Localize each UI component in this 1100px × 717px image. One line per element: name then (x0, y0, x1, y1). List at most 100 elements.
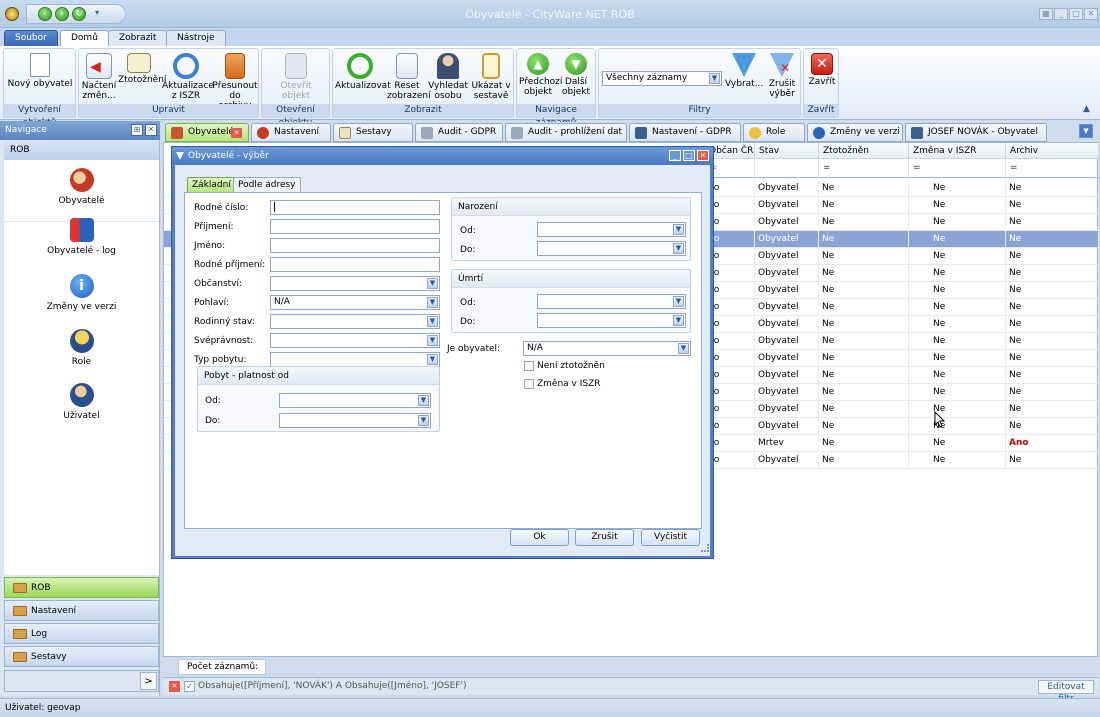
open-object-button[interactable]: Otevřít objekt (270, 53, 322, 101)
col-header-ztotozneni[interactable]: Ztotožněn (819, 143, 909, 159)
doc-tab-josef-novak[interactable]: JOSEF NOVÁK - Obyvatel (905, 123, 1047, 142)
close-window-icon[interactable]: ✕ (1084, 8, 1098, 20)
dialog-minimize-icon[interactable]: _ (669, 150, 681, 161)
minimize-icon[interactable]: _ (1054, 8, 1068, 20)
filter-cell[interactable] (755, 159, 819, 178)
prev-object-button[interactable]: ▲ Předchozí objekt (519, 53, 562, 97)
refresh-button[interactable]: Aktualizovat (335, 53, 391, 91)
dialog-tab-podle-adresy[interactable]: Podle adresy (233, 177, 301, 192)
chevron-down-icon: ▼ (673, 296, 684, 307)
rodne-prijmeni-input[interactable] (270, 257, 440, 272)
tab-close-icon[interactable]: ✕ (231, 128, 242, 138)
nav-bar-rob[interactable]: ROB (4, 577, 159, 598)
typ-pobytu-select[interactable]: ▼ (270, 352, 440, 367)
nav-item-obyvatele-log[interactable]: Obyvatelé - log (4, 218, 159, 268)
sync-icon (173, 53, 199, 79)
restore-layout-icon[interactable]: ▦ (1039, 8, 1053, 20)
nav-item-zmeny-ve-verzi[interactable]: i Změny ve verzi (4, 274, 159, 324)
doc-tab-zmeny-ve-verzi[interactable]: Změny ve verzi (807, 123, 903, 142)
rodinny-stav-select[interactable]: ▼ (270, 314, 440, 329)
collapse-ribbon-icon[interactable]: ▲ (1083, 104, 1090, 114)
doc-tab-audit-gdpr[interactable]: Audit - GDPR (415, 123, 503, 142)
close-red-icon: ✕ (811, 53, 833, 75)
update-iszr-button[interactable]: Aktualizace z ISZR (162, 53, 214, 101)
resize-grip-icon[interactable] (701, 544, 709, 552)
je-obyvatel-select[interactable]: N/A ▼ (523, 341, 691, 356)
next-object-button[interactable]: ▼ Další objekt (557, 53, 595, 97)
cancel-button[interactable]: Zrušit (575, 529, 634, 546)
tab-zobrazit[interactable]: Zobrazit (108, 30, 168, 46)
ok-button[interactable]: Ok (510, 529, 569, 546)
maximize-icon[interactable]: □ (1069, 8, 1083, 20)
tabs-overflow-icon[interactable]: ▼ (1079, 124, 1093, 138)
chevron-down-icon: ▼ (678, 343, 689, 354)
pohlavi-select[interactable]: N/A ▼ (270, 295, 440, 310)
cancel-filter-button[interactable]: ✕ Zrušit výběr (764, 53, 800, 99)
group-otevreni: Otevřít objekt Otevření objektu (261, 48, 330, 128)
rodne-cislo-input[interactable] (270, 200, 440, 215)
select-filter-button[interactable]: Vybrat... (725, 53, 763, 89)
info-icon (813, 127, 825, 139)
close-button[interactable]: ✕ Zavřít (806, 53, 838, 87)
nav-item-role[interactable]: Role (4, 329, 159, 379)
nav-bar-log[interactable]: Log (4, 623, 159, 644)
dialog-tab-zakladni[interactable]: Základní (187, 177, 236, 192)
nav-bar-sestavy[interactable]: Sestavy (4, 646, 159, 667)
pobyt-do-select[interactable]: ▼ (279, 413, 431, 428)
cell-stav: Obyvatel (755, 333, 819, 350)
reset-view-button[interactable]: Reset zobrazení (387, 53, 431, 101)
show-in-report-button[interactable]: Ukázat v sestavě (469, 53, 513, 101)
clear-filter-icon[interactable]: ✕ (169, 681, 180, 692)
umrti-od-select[interactable]: ▼ (537, 294, 686, 309)
tab-nastroje[interactable]: Nástroje (166, 30, 226, 46)
filter-cell[interactable]: = (819, 159, 909, 178)
neni-ztotoznen-checkbox[interactable] (524, 361, 534, 371)
narozeni-do-select[interactable]: ▼ (537, 241, 686, 256)
nav-expand-button[interactable]: > (140, 672, 157, 690)
label-do: Do: (460, 245, 476, 255)
jmeno-input[interactable] (270, 238, 440, 253)
cell-ztotoznen: Ne (819, 418, 909, 435)
dialog-maximize-icon[interactable]: □ (683, 150, 695, 161)
obcanstvi-select[interactable]: ▼ (270, 276, 440, 291)
narozeni-od-select[interactable]: ▼ (537, 222, 686, 237)
funnel-remove-icon: ✕ (770, 53, 794, 77)
doc-tab-role[interactable]: Role (743, 123, 805, 142)
doc-tab-obyvatele[interactable]: Obyvatelé ✕ (165, 123, 249, 142)
new-resident-button[interactable]: Nový obyvatel (7, 53, 73, 89)
doc-tab-nastaveni[interactable]: Nastavení (251, 123, 331, 142)
umrti-do-select[interactable]: ▼ (537, 313, 686, 328)
tab-soubor[interactable]: Soubor (4, 30, 58, 46)
filter-cell[interactable]: = (909, 159, 1006, 178)
filter-enabled-checkbox[interactable]: ✓ (184, 681, 195, 692)
filter-cell[interactable]: = (1006, 159, 1099, 178)
col-header-archiv[interactable]: Archiv (1006, 143, 1099, 159)
col-header-stav[interactable]: Stav (755, 143, 819, 159)
edit-filter-link[interactable]: Editovat filtr (1038, 680, 1094, 704)
nav-item-obyvatele[interactable]: Obyvatelé (4, 168, 159, 222)
find-person-button[interactable]: Vyhledat osobu (428, 53, 468, 101)
prijmeni-input[interactable] (270, 219, 440, 234)
clear-button[interactable]: Vyčistit (641, 529, 700, 546)
doc-tab-audit-prohlizeni[interactable]: Audit - prohlížení dat (505, 123, 627, 142)
dialog-title: Obyvatelé - výběr (172, 147, 713, 165)
pin-icon[interactable]: ⊞ (131, 124, 143, 136)
nav-bar-nastaveni[interactable]: Nastavení (4, 600, 159, 621)
nav-item-uzivatel[interactable]: Uživatel (4, 383, 159, 433)
tab-domu[interactable]: Domů (60, 30, 109, 47)
archive-button[interactable]: Přesunout do archivu (212, 53, 258, 111)
doc-tab-nastaveni-gdpr[interactable]: Nastavení - GDPR (629, 123, 741, 142)
label-obcanstvi: Občanství: (194, 279, 243, 289)
load-changes-button[interactable]: ◀ Načtení změn... (81, 53, 117, 101)
zmena-iszr-checkbox[interactable] (524, 379, 534, 389)
records-filter-select[interactable]: Všechny záznamy ▼ (602, 71, 722, 86)
cell-archiv: Ne (1006, 299, 1099, 316)
dialog-close-icon[interactable]: ✕ (697, 150, 709, 161)
col-header-zmena-iszr[interactable]: Změna v ISZR (909, 143, 1006, 159)
pobyt-od-select[interactable]: ▼ (279, 393, 431, 408)
identify-button[interactable]: Ztotožnění (118, 53, 166, 85)
doc-tab-sestavy[interactable]: Sestavy (333, 123, 413, 142)
nav-close-icon[interactable]: ✕ (145, 124, 157, 136)
funnel-icon (732, 53, 756, 77)
svepravnost-select[interactable]: ▼ (270, 333, 440, 348)
